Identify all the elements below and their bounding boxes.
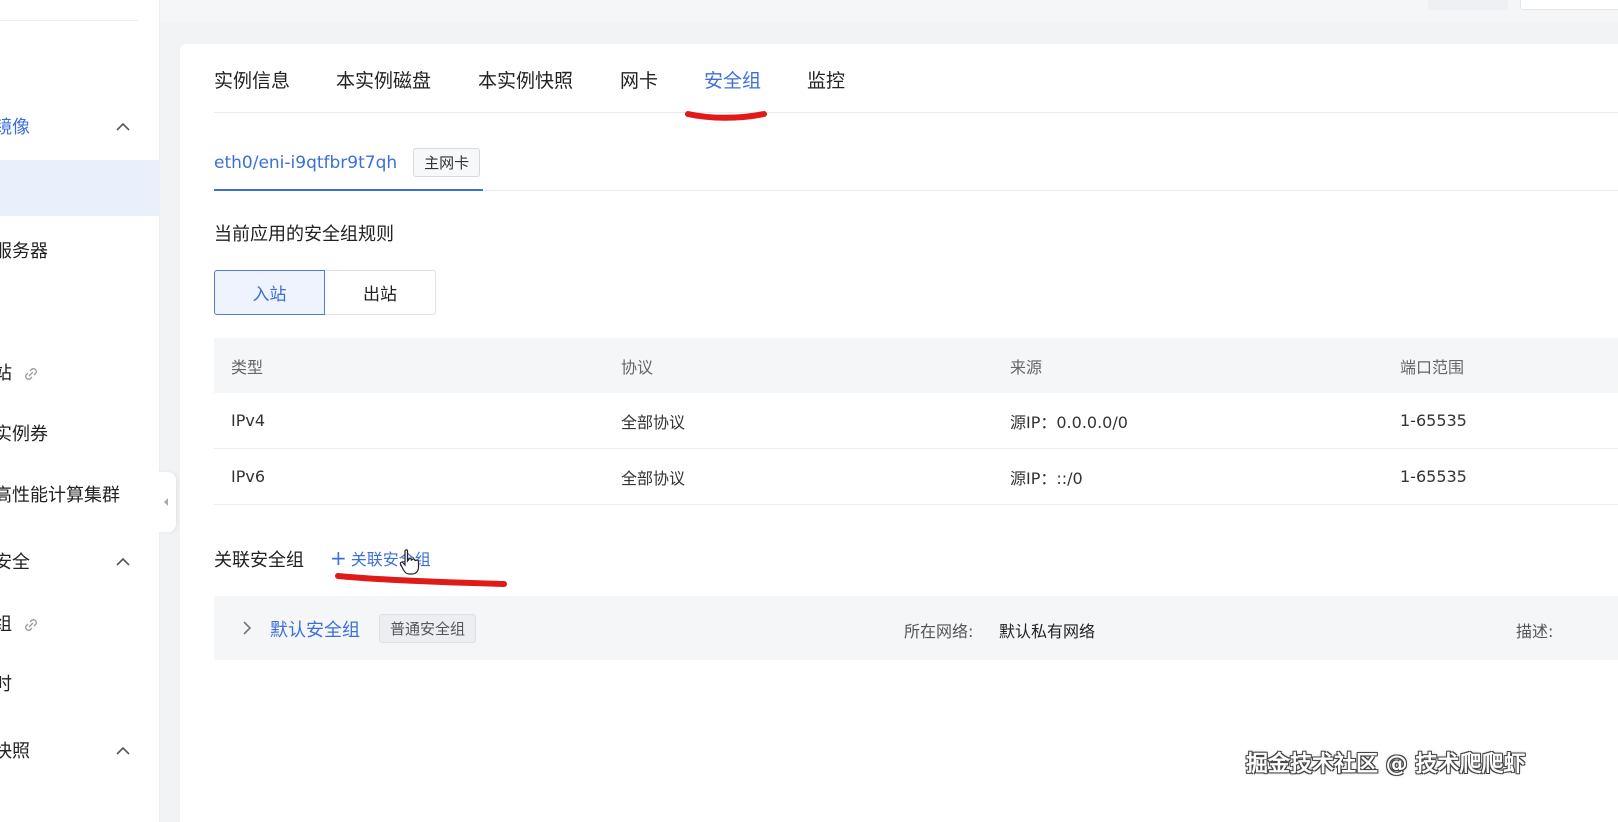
plus-icon: + [330, 546, 347, 570]
table-cell: IPv6 [231, 467, 266, 486]
tab-monitoring[interactable]: 监控 [807, 66, 845, 93]
table-cell: 1-65535 [1400, 467, 1467, 486]
sidebar-collapse-handle[interactable] [156, 472, 176, 532]
watermark: 掘金技术社区 @ 技术爬爬虾 [1246, 752, 1526, 777]
sidebar-item-label: 安全 [0, 552, 30, 573]
caret-left-icon [164, 498, 168, 506]
outbound-button[interactable]: 出站 [325, 270, 436, 315]
table-cell: 全部协议 [621, 468, 686, 488]
table-row: IPv4 全部协议 源IP：0.0.0.0/0 1-65535 [214, 393, 1618, 449]
sidebar-item-label: 站 [0, 359, 40, 385]
inbound-button[interactable]: 入站 [214, 270, 325, 315]
associated-groups-title: 关联安全组 [214, 550, 304, 571]
network-value: 默认私有网络 [999, 622, 1096, 641]
nic-subtab[interactable]: eth0/eni-i9qtfbr9t7qh 主网卡 [214, 148, 481, 192]
top-button[interactable] [1520, 0, 1618, 10]
detail-card: 实例信息 本实例磁盘 本实例快照 网卡 安全组 监控 eth0/eni-i9qt… [180, 44, 1618, 822]
primary-nic-tag: 主网卡 [413, 148, 481, 177]
external-link-icon [24, 368, 37, 380]
column-header-type: 类型 [231, 357, 264, 377]
tab-nic[interactable]: 网卡 [620, 66, 658, 93]
chevron-right-icon[interactable] [240, 618, 254, 638]
security-group-row: 默认安全组 普通安全组 所在网络: 默认私有网络 描述: [214, 596, 1618, 660]
sidebar-divider [0, 20, 138, 21]
chevron-up-icon [115, 553, 131, 569]
sidebar-item-label: 实例券 [0, 424, 48, 445]
table-cell: 全部协议 [621, 412, 686, 432]
nic-name[interactable]: eth0/eni-i9qtfbr9t7qh [214, 153, 397, 173]
table-cell: 1-65535 [1400, 411, 1467, 430]
sidebar-item-label: 组 [0, 610, 40, 636]
top-button[interactable] [1428, 0, 1508, 10]
sidebar-group-security[interactable]: 安全 [0, 541, 159, 581]
rules-table: 类型 协议 来源 端口范围 IPv4 全部协议 源IP：0.0.0.0/0 1-… [214, 338, 1618, 505]
sidebar-group-image[interactable]: 镜像 [0, 106, 159, 146]
column-header-source: 来源 [1010, 357, 1043, 377]
tab-instance-disks[interactable]: 本实例磁盘 [336, 66, 431, 93]
sidebar-item-hpc-cluster[interactable]: 高性能计算集群 [0, 474, 159, 514]
sidebar: 镜像 服务器 站 实例券 高性能计算集群 安全 组 时 [0, 0, 160, 822]
column-header-protocol: 协议 [621, 357, 654, 377]
rules-section-title: 当前应用的安全组规则 [214, 224, 394, 245]
sidebar-item-label: 高性能计算集群 [0, 485, 120, 506]
table-cell: 源IP：::/0 [1010, 468, 1083, 488]
sidebar-item-label: 镜像 [0, 117, 30, 138]
top-bar [160, 0, 1618, 22]
table-row: IPv6 全部协议 源IP：::/0 1-65535 [214, 449, 1618, 505]
chevron-up-icon [115, 742, 131, 758]
sidebar-item-site[interactable]: 站 [0, 352, 159, 392]
subtab-active-indicator [214, 189, 483, 191]
table-cell: IPv4 [231, 411, 266, 430]
external-link-icon [24, 619, 37, 631]
security-group-type-tag: 普通安全组 [379, 614, 477, 643]
description-label: 描述: [1516, 622, 1554, 641]
network-label: 所在网络: [904, 622, 974, 641]
table-header: 类型 协议 来源 端口范围 [214, 338, 1618, 393]
security-group-name-link[interactable]: 默认安全组 [270, 616, 360, 642]
chevron-up-icon [115, 118, 131, 134]
sidebar-item-instance-coupon[interactable]: 实例券 [0, 413, 159, 453]
sidebar-item-server[interactable]: 服务器 [0, 230, 159, 270]
add-associated-group-button[interactable]: + 关联安全组 [330, 546, 431, 570]
tabs-divider [214, 112, 1618, 113]
tab-instance-info[interactable]: 实例信息 [214, 66, 290, 93]
sidebar-item-pair[interactable]: 时 [0, 663, 159, 703]
column-header-port-range: 端口范围 [1400, 357, 1465, 377]
sidebar-item-label: 快照 [0, 741, 30, 762]
tab-instance-snapshots[interactable]: 本实例快照 [478, 66, 573, 93]
table-cell: 源IP：0.0.0.0/0 [1010, 412, 1128, 432]
tab-security-group[interactable]: 安全组 [704, 66, 761, 93]
sidebar-item-selected[interactable] [0, 160, 159, 216]
sidebar-item-label: 时 [0, 670, 12, 696]
sidebar-item-security-group[interactable]: 组 [0, 603, 159, 643]
sidebar-group-snapshot[interactable]: 快照 [0, 730, 159, 770]
add-associated-group-label: 关联安全组 [350, 550, 431, 569]
sidebar-item-label: 服务器 [0, 241, 48, 262]
direction-toggle: 入站 出站 [214, 270, 436, 315]
